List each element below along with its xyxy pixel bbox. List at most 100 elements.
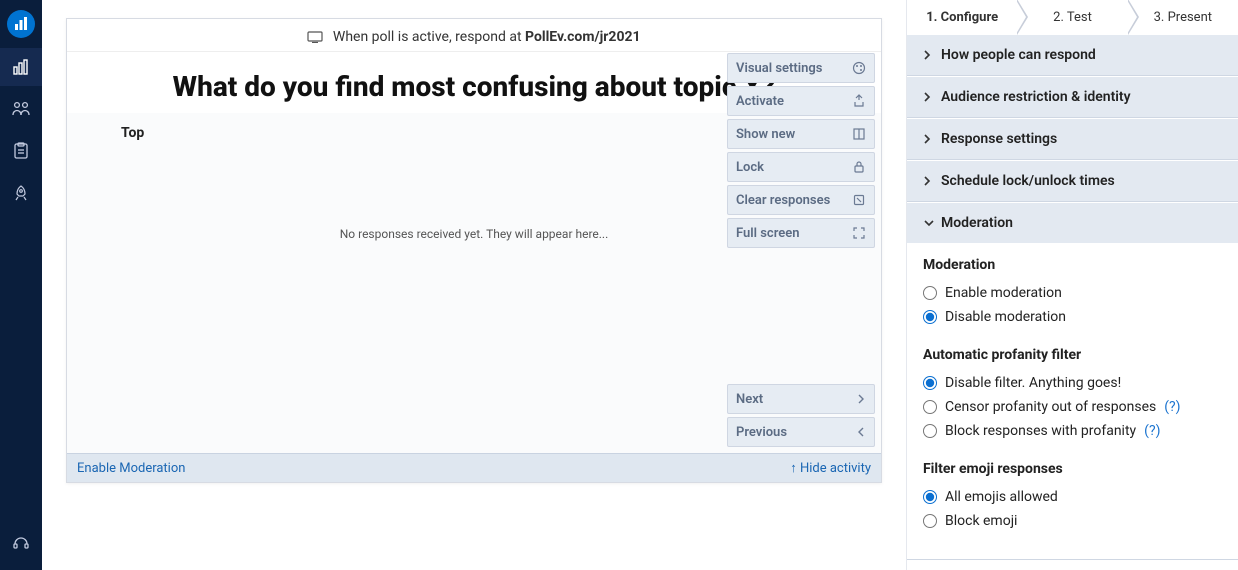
columns-icon	[852, 127, 866, 141]
radio-censor-profanity[interactable]: Censor profanity out of responses (?)	[923, 395, 1222, 419]
next-button[interactable]: Next	[727, 384, 875, 414]
activate-icon	[852, 94, 866, 108]
chevron-left-icon	[856, 426, 866, 438]
radio-input[interactable]	[923, 400, 937, 414]
palette-icon	[852, 61, 866, 75]
nav-support[interactable]	[0, 524, 42, 562]
accordion-label: Audience restriction & identity	[941, 89, 1131, 105]
accordion-header-response-settings[interactable]: Response settings	[907, 119, 1238, 159]
clear-responses-button[interactable]: Clear responses	[727, 185, 875, 215]
chevron-right-icon	[923, 133, 933, 145]
tab-configure[interactable]: 1. Configure	[907, 0, 1017, 34]
fullscreen-button[interactable]: Full screen	[727, 218, 875, 248]
hide-activity-link[interactable]: ↑ Hide activity	[790, 460, 871, 476]
screen-icon	[307, 31, 323, 43]
chevron-down-icon	[923, 219, 933, 228]
nav-participants[interactable]	[0, 90, 42, 128]
accordion-header-moderation[interactable]: Moderation	[907, 203, 1238, 243]
accordion-label: Moderation	[941, 215, 1013, 231]
accordion-moderation: Moderation Moderation Enable moderation …	[907, 202, 1238, 560]
action-label: Previous	[736, 425, 787, 440]
accordion-label: Response settings	[941, 131, 1057, 147]
tab-present[interactable]: 3. Present	[1128, 0, 1238, 34]
people-icon	[11, 100, 31, 118]
moderation-heading: Moderation	[923, 257, 1222, 273]
respond-url: PollEv.com/jr2021	[525, 29, 641, 45]
radio-input[interactable]	[923, 310, 937, 324]
radio-disable-moderation[interactable]: Disable moderation	[923, 305, 1222, 329]
stage-footer: Enable Moderation ↑ Hide activity	[67, 453, 881, 482]
radio-input[interactable]	[923, 376, 937, 390]
visual-settings-button[interactable]: Visual settings	[727, 53, 875, 83]
respond-prefix: When poll is active, respond at	[333, 29, 525, 45]
action-label: Next	[736, 392, 763, 407]
radio-enable-moderation[interactable]: Enable moderation	[923, 281, 1222, 305]
help-link[interactable]: (?)	[1164, 399, 1180, 415]
clear-icon	[852, 193, 866, 207]
action-label: Lock	[736, 160, 764, 175]
tab-test[interactable]: 2. Test	[1017, 0, 1127, 34]
nav-reports[interactable]	[0, 132, 42, 170]
emoji-heading: Filter emoji responses	[923, 461, 1222, 477]
stage-area: Visual settings Activate Show new Lock	[42, 0, 906, 570]
radio-input[interactable]	[923, 286, 937, 300]
radio-label: Block responses with profanity	[945, 423, 1136, 439]
arrow-up-icon: ↑	[790, 461, 800, 476]
stage-actions-bottom: Next Previous	[727, 384, 875, 447]
moderation-settings-body: Moderation Enable moderation Disable mod…	[907, 243, 1238, 559]
chevron-right-icon	[923, 49, 933, 61]
stage-actions-top: Visual settings Activate Show new Lock	[727, 53, 875, 248]
show-new-button[interactable]: Show new	[727, 119, 875, 149]
profanity-heading: Automatic profanity filter	[923, 347, 1222, 363]
radio-block-profanity[interactable]: Block responses with profanity (?)	[923, 419, 1222, 443]
radio-input[interactable]	[923, 424, 937, 438]
step-tabs: 1. Configure 2. Test 3. Present	[907, 0, 1238, 34]
radio-input[interactable]	[923, 490, 937, 504]
accordion-response-settings: Response settings	[907, 118, 1238, 160]
accordion-header-how-respond[interactable]: How people can respond	[907, 35, 1238, 75]
accordion-label: How people can respond	[941, 47, 1096, 63]
left-nav-rail	[0, 0, 42, 570]
activate-button[interactable]: Activate	[727, 86, 875, 116]
chevron-right-icon	[923, 175, 933, 187]
accordion-label: Schedule lock/unlock times	[941, 173, 1115, 189]
configure-panel: 1. Configure 2. Test 3. Present How peop…	[906, 0, 1238, 570]
previous-button[interactable]: Previous	[727, 417, 875, 447]
radio-disable-filter[interactable]: Disable filter. Anything goes!	[923, 371, 1222, 395]
radio-block-emoji[interactable]: Block emoji	[923, 509, 1222, 533]
radio-allow-emoji[interactable]: All emojis allowed	[923, 485, 1222, 509]
brand-logo[interactable]	[7, 10, 35, 38]
rocket-icon	[12, 184, 30, 202]
help-link[interactable]: (?)	[1144, 423, 1160, 439]
action-label: Activate	[736, 94, 784, 109]
respond-instruction: When poll is active, respond at PollEv.c…	[67, 19, 881, 52]
accordion-header-audience[interactable]: Audience restriction & identity	[907, 77, 1238, 117]
top-label: Top	[121, 125, 144, 141]
lock-button[interactable]: Lock	[727, 152, 875, 182]
action-label: Clear responses	[736, 193, 830, 208]
accordion-audience: Audience restriction & identity	[907, 76, 1238, 118]
enable-moderation-link[interactable]: Enable Moderation	[77, 461, 185, 476]
accordion-schedule: Schedule lock/unlock times	[907, 160, 1238, 202]
action-label: Visual settings	[736, 61, 822, 76]
bars-icon	[13, 16, 29, 32]
radio-input[interactable]	[923, 514, 937, 528]
moderation-group: Moderation Enable moderation Disable mod…	[923, 257, 1222, 329]
activity-icon	[12, 58, 30, 76]
action-label: Full screen	[736, 226, 800, 241]
clipboard-icon	[12, 142, 30, 160]
chevron-right-icon	[923, 91, 933, 103]
action-label: Show new	[736, 127, 795, 142]
expand-icon	[852, 226, 866, 240]
accordion-how-respond: How people can respond	[907, 34, 1238, 76]
radio-label: Block emoji	[945, 513, 1017, 529]
nav-teams[interactable]	[0, 174, 42, 212]
radio-label: Disable filter. Anything goes!	[945, 375, 1121, 391]
radio-label: Disable moderation	[945, 309, 1066, 325]
nav-activities[interactable]	[0, 48, 42, 86]
radio-label: Enable moderation	[945, 285, 1062, 301]
accordion-header-schedule[interactable]: Schedule lock/unlock times	[907, 161, 1238, 201]
profanity-group: Automatic profanity filter Disable filte…	[923, 347, 1222, 443]
headset-icon	[12, 534, 30, 552]
lock-icon	[852, 160, 866, 174]
